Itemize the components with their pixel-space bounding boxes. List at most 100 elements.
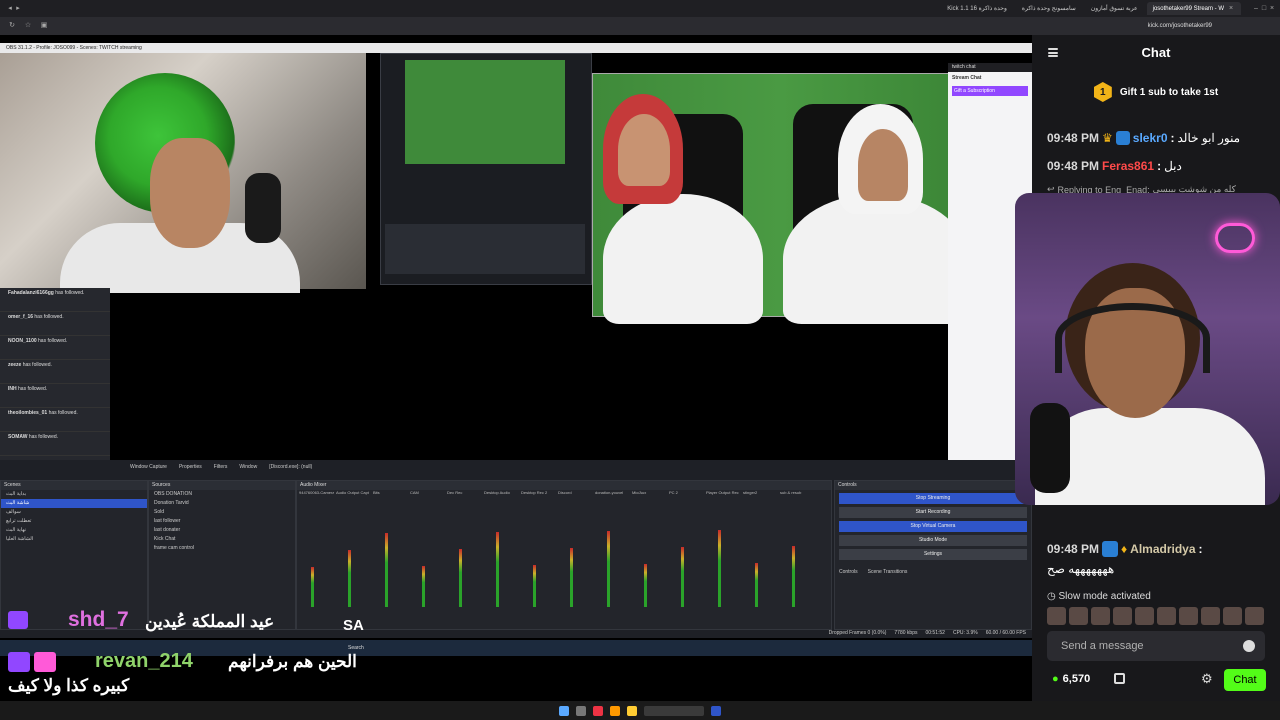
volume-meter[interactable] (644, 564, 647, 607)
maximize-icon[interactable]: □ (1260, 5, 1268, 13)
minimize-icon[interactable]: – (1252, 5, 1260, 13)
browser-tab[interactable]: سامسونج وحدة ذاكرة (1016, 2, 1082, 15)
back-icon[interactable]: ◂ (6, 5, 14, 13)
list-item: NOON_1100 has followed. (0, 336, 110, 360)
chat-username[interactable]: Almadridya (1130, 542, 1195, 556)
start-recording-button[interactable]: Start Recording (839, 507, 1027, 518)
source-item[interactable]: OBS DONATION (149, 490, 295, 499)
volume-meter[interactable] (681, 547, 684, 607)
overlay-message: كبيره كذا ولا كيف (8, 676, 130, 695)
scene-item[interactable]: بداية البث (1, 490, 147, 499)
forward-icon[interactable]: ▸ (14, 5, 22, 13)
mixer-channel-label: PC 2 (669, 490, 678, 495)
close-icon[interactable]: × (1227, 5, 1235, 13)
address-bar: ↻ ☆ ▣ kick.com/josothetaker99 (0, 17, 1280, 35)
settings-button[interactable]: Settings (839, 549, 1027, 560)
avatar[interactable] (1135, 607, 1154, 625)
system-taskbar (0, 701, 1280, 720)
volume-meter[interactable] (459, 549, 462, 607)
avatar[interactable] (1245, 607, 1264, 625)
firefox-icon[interactable] (610, 705, 620, 716)
source-item[interactable]: last follower (149, 517, 295, 526)
windows-start-icon[interactable] (559, 705, 569, 716)
avatar[interactable] (1091, 607, 1110, 625)
volume-meter[interactable] (792, 546, 795, 607)
neon-cloud-icon (1215, 223, 1255, 253)
microphone-icon (245, 173, 281, 243)
volume-meter[interactable] (348, 550, 351, 607)
volume-meter[interactable] (385, 533, 388, 607)
scene-item[interactable]: نهاية البث (1, 526, 147, 535)
overlay-username: shd_7 (68, 608, 129, 631)
chrome-icon[interactable] (593, 705, 603, 716)
scene-item[interactable]: تعطلت ترابع (1, 517, 147, 526)
volume-meter[interactable] (496, 532, 499, 607)
avatar[interactable] (1223, 607, 1242, 625)
chat-username[interactable]: Feras861 (1102, 159, 1154, 173)
overlay-username: revan_214 (95, 650, 193, 672)
star-icon[interactable]: ☆ (24, 22, 32, 30)
avatar[interactable] (1201, 607, 1220, 625)
avatar[interactable] (1179, 607, 1198, 625)
scene-item[interactable]: سوالف (1, 508, 147, 517)
mixer-channel-label: Player Output Rec (706, 490, 739, 495)
app-icon[interactable] (711, 705, 721, 716)
og-badge-icon (1115, 131, 1130, 145)
scene-item[interactable]: الشاشة العليا (1, 535, 147, 544)
gift-icon[interactable] (1114, 673, 1125, 684)
twitch-icon (8, 652, 30, 672)
extension-icon[interactable]: ▣ (40, 22, 48, 30)
menu-icon[interactable] (1048, 48, 1058, 57)
window-close-icon[interactable]: × (1268, 5, 1276, 13)
filters-button[interactable]: Filters (214, 464, 228, 470)
facecam-overlay (1015, 193, 1280, 505)
source-item[interactable]: Donation Tarvid (149, 499, 295, 508)
tab-scene-transitions[interactable]: Scene Transitions (868, 569, 908, 575)
refresh-icon[interactable]: ↻ (8, 22, 16, 30)
channel-points[interactable]: ● 6,570 (1052, 673, 1090, 685)
avatar[interactable] (1047, 607, 1066, 625)
properties-button[interactable]: Properties (179, 464, 202, 470)
search-icon[interactable] (576, 705, 586, 716)
volume-meter[interactable] (311, 567, 314, 607)
avatar[interactable] (1157, 607, 1176, 625)
headphones-icon (1055, 303, 1210, 373)
scene-item[interactable]: شاشة البث (1, 499, 147, 508)
volume-meter[interactable] (718, 530, 721, 607)
settings-gear-icon[interactable]: ⚙ (1201, 671, 1213, 687)
chat-message-text: هههههههه صح (1047, 562, 1115, 576)
stop-virtual-camera-button[interactable]: Stop Virtual Camera (839, 521, 1027, 532)
emoji-icon[interactable] (1243, 640, 1255, 652)
taskbar-search-field[interactable] (644, 705, 704, 716)
studio-mode-button[interactable]: Studio Mode (839, 535, 1027, 546)
browser-tab[interactable]: Kick 1.1 وحدة ذاكرة 16 (941, 2, 1013, 15)
tab-controls[interactable]: Controls (839, 569, 858, 575)
avatar[interactable] (1113, 607, 1132, 625)
volume-meter[interactable] (755, 563, 758, 607)
gift-sub-label: Gift 1 sub to take 1st (1119, 86, 1219, 98)
mixer-channel-label: 944760063-Camera (299, 490, 334, 495)
browser-tab[interactable]: عربة تسوق أمازون (1085, 2, 1144, 15)
volume-meter[interactable] (570, 548, 573, 607)
send-message-input[interactable]: Send a message (1047, 631, 1265, 661)
list-item: zeeze has followed. (0, 360, 110, 384)
source-item[interactable]: frame cam control (149, 544, 295, 553)
stop-streaming-button[interactable]: Stop Streaming (839, 493, 1027, 504)
volume-meter[interactable] (607, 531, 610, 607)
volume-meter[interactable] (533, 565, 536, 607)
volume-meter[interactable] (422, 566, 425, 607)
list-item: Fahadalanzi6166gg has followed. (0, 288, 110, 312)
browser-tab-active[interactable]: josothetaker99 Stream - W × (1146, 2, 1241, 15)
nested-mixer (385, 224, 585, 274)
avatar[interactable] (1069, 607, 1088, 625)
obs-status-bar: Dropped Frames 0 (0.0%) 7780 kbps 00:51:… (828, 630, 1026, 636)
gift-sub-banner[interactable]: 1 Gift 1 sub to take 1st (1032, 70, 1280, 114)
folder-icon[interactable] (627, 705, 637, 716)
source-item[interactable]: Kick Chat (149, 535, 295, 544)
send-chat-button[interactable]: Chat (1224, 669, 1266, 691)
source-item[interactable]: Sold (149, 508, 295, 517)
chatter-avatars (1047, 607, 1264, 625)
source-item[interactable]: last donater (149, 526, 295, 535)
url-field[interactable]: kick.com/josothetaker99 (1148, 23, 1212, 29)
chat-username[interactable]: slekr0 (1133, 131, 1168, 145)
